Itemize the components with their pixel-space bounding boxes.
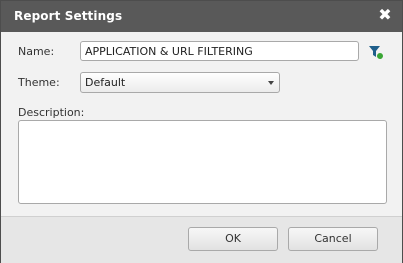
filter-icon[interactable]: [368, 44, 384, 60]
description-textarea[interactable]: [18, 120, 387, 204]
dialog-titlebar[interactable]: Report Settings ✖: [1, 1, 402, 32]
theme-select[interactable]: Default: [80, 72, 280, 93]
close-icon[interactable]: ✖: [377, 6, 393, 24]
dialog-body: Name: Theme: Default Description:: [1, 32, 402, 216]
dialog-footer: OK Cancel: [1, 216, 402, 263]
report-settings-dialog: Report Settings ✖ Name: Theme: Default D…: [0, 0, 403, 263]
theme-selected-value: Default: [85, 76, 126, 89]
cancel-button[interactable]: Cancel: [288, 227, 378, 251]
ok-button[interactable]: OK: [188, 227, 278, 251]
name-input[interactable]: [80, 41, 359, 61]
name-label: Name:: [18, 45, 55, 58]
dialog-title: Report Settings: [14, 9, 123, 23]
description-label: Description:: [18, 106, 85, 119]
theme-label: Theme:: [18, 76, 60, 89]
chevron-down-icon: [268, 81, 274, 85]
